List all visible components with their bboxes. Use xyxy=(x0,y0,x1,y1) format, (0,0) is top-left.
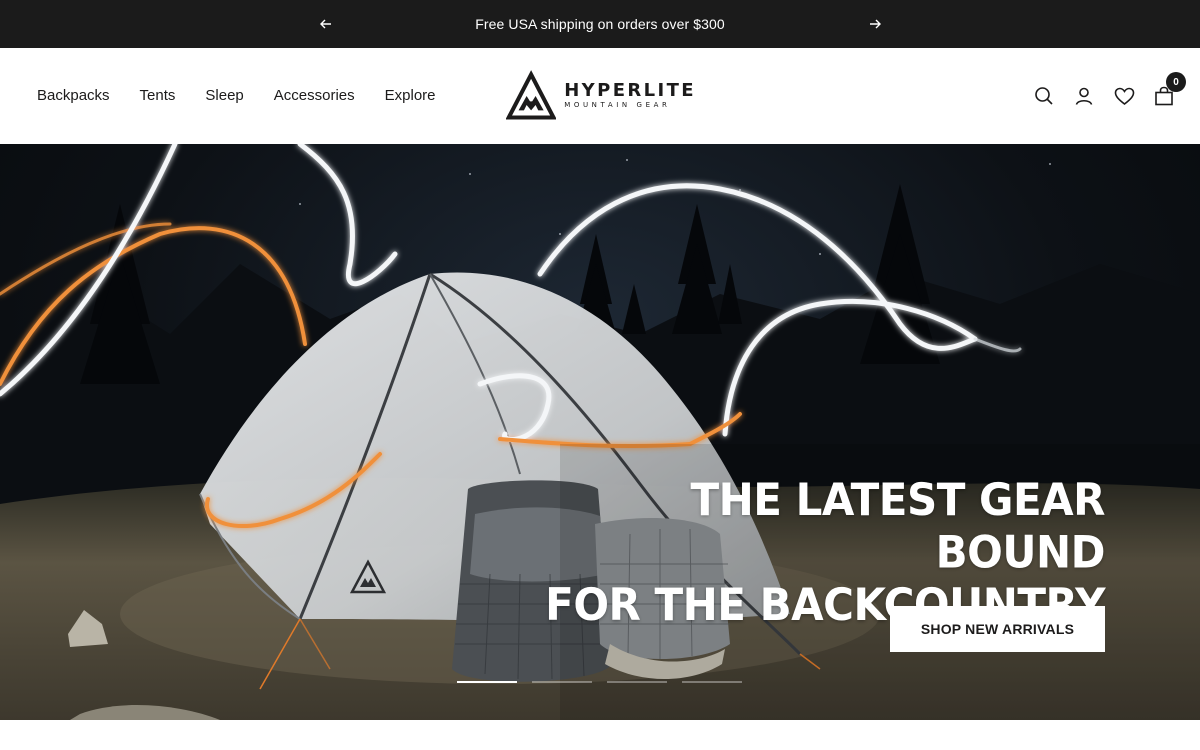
logo-subtitle: MOUNTAIN GEAR xyxy=(564,101,671,109)
search-icon xyxy=(1035,87,1053,105)
shop-new-arrivals-button[interactable]: SHOP NEW ARRIVALS xyxy=(890,606,1105,652)
nav-item-accessories[interactable]: Accessories xyxy=(274,86,355,106)
search-button[interactable] xyxy=(1032,84,1056,108)
slide-dot-1[interactable] xyxy=(457,681,517,683)
account-icon xyxy=(1075,87,1093,105)
account-button[interactable] xyxy=(1072,84,1096,108)
page-content-start xyxy=(0,720,1200,750)
nav-item-sleep[interactable]: Sleep xyxy=(205,86,243,106)
wishlist-button[interactable] xyxy=(1112,84,1136,108)
header-actions: 0 xyxy=(1016,72,1186,108)
arrow-left-icon xyxy=(320,19,331,29)
logo-mark-icon xyxy=(506,70,557,120)
main-nav: Backpacks Tents Sleep Accessories Explor… xyxy=(37,86,466,106)
brand-logo[interactable]: HYPERLITE MOUNTAIN GEAR xyxy=(506,67,696,125)
nav-item-backpacks[interactable]: Backpacks xyxy=(37,86,110,106)
announcement-next-button[interactable] xyxy=(865,14,885,34)
hero-headline-line1: THE LATEST GEAR BOUND xyxy=(690,474,1106,579)
slide-dot-2[interactable] xyxy=(532,681,592,683)
site-header: Backpacks Tents Sleep Accessories Explor… xyxy=(0,48,1200,144)
slide-dot-3[interactable] xyxy=(607,681,667,683)
cart-button[interactable]: 0 xyxy=(1152,72,1186,108)
nav-item-explore[interactable]: Explore xyxy=(385,86,436,106)
announcement-message: Free USA shipping on orders over $300 xyxy=(475,16,725,32)
announcement-prev-button[interactable] xyxy=(316,14,336,34)
slide-dot-4[interactable] xyxy=(682,681,742,683)
announcement-bar: Free USA shipping on orders over $300 xyxy=(0,0,1200,48)
cart-count-badge: 0 xyxy=(1166,72,1186,92)
wishlist-heart-icon xyxy=(1114,87,1134,105)
logo-name: HYPERLITE xyxy=(564,80,696,101)
nav-item-tents[interactable]: Tents xyxy=(140,86,176,106)
hero-banner[interactable]: THE LATEST GEAR BOUND FOR THE BACKCOUNTR… xyxy=(0,144,1200,720)
arrow-right-icon xyxy=(870,19,881,29)
slideshow-pagination xyxy=(457,681,757,683)
